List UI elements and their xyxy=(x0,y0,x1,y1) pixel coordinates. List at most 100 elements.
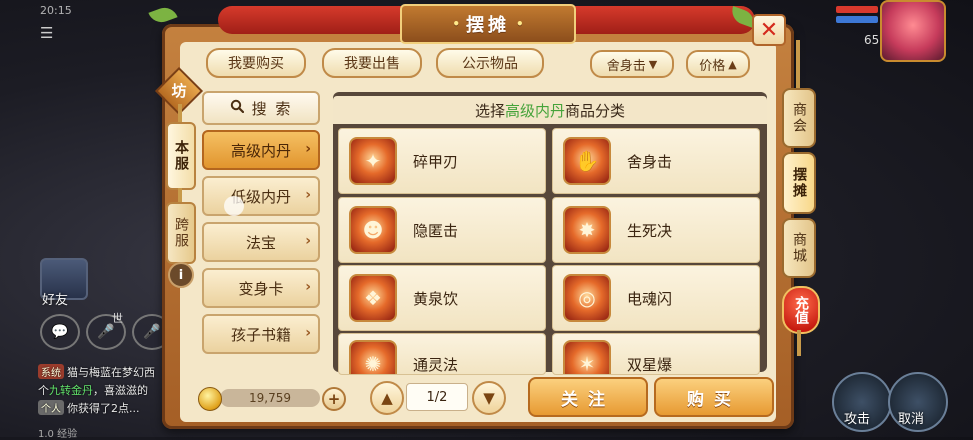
attack-label: 攻击 xyxy=(844,412,871,427)
coin-icon xyxy=(198,387,222,411)
item-card[interactable]: ✸ 生死决 xyxy=(552,197,760,263)
item-card[interactable]: ✋ 舍身击 xyxy=(552,128,760,194)
title-text: 摆摊 xyxy=(466,15,510,36)
category-child-books[interactable]: 孩子书籍 › xyxy=(202,314,320,354)
tab-chamber-of-commerce[interactable]: 商会 xyxy=(782,88,816,148)
category-label: 法宝 xyxy=(245,233,276,252)
prev-page-button[interactable]: ▲ xyxy=(370,381,404,415)
category-magic-treasure[interactable]: 法宝 › xyxy=(202,222,320,262)
spirit-icon: ✺ xyxy=(349,340,397,374)
search-button[interactable]: 搜 索 xyxy=(202,91,320,125)
chevron-right-icon: › xyxy=(305,233,311,249)
cancel-label: 取消 xyxy=(898,412,925,427)
menu-icon[interactable]: ☰ xyxy=(40,24,62,42)
title-ribbon-left xyxy=(218,6,408,34)
tab-public-items[interactable]: 公示物品 xyxy=(436,48,544,78)
sort-skill-dropdown[interactable]: 舍身击 ▼ xyxy=(590,50,674,78)
search-label: 搜 索 xyxy=(251,99,293,118)
item-card[interactable]: ☻ 隐匿击 xyxy=(338,197,546,263)
next-page-button[interactable]: ▼ xyxy=(472,381,506,415)
search-icon xyxy=(230,99,244,117)
tab-sell[interactable]: 我要出售 xyxy=(322,48,422,78)
tab-string xyxy=(797,330,801,356)
tab-string xyxy=(796,40,800,90)
grid-header-highlight: 高级内丹 xyxy=(504,101,565,120)
friend-label[interactable]: 好友 xyxy=(42,289,68,308)
category-label: 高级内丹 xyxy=(230,141,291,160)
item-card[interactable]: ◎ 电魂闪 xyxy=(552,265,760,331)
item-label: 电魂闪 xyxy=(627,289,673,308)
swirl-icon: ◎ xyxy=(563,274,611,322)
category-basic-core[interactable]: 低级内丹 › xyxy=(202,176,320,216)
tab-string xyxy=(178,188,182,202)
category-transform-card[interactable]: 变身卡 › xyxy=(202,268,320,308)
shop-badge-label: 坊 xyxy=(171,81,187,100)
money-display: 19,759 xyxy=(220,389,320,407)
chat-text: 猫与梅蓝在梦幻西 xyxy=(67,366,155,379)
title-dot-icon: • xyxy=(516,17,524,31)
chat-line: 个九转金丹，喜滋滋的 xyxy=(38,382,148,398)
item-label: 黄泉饮 xyxy=(413,289,459,308)
status-time: 20:15 xyxy=(40,4,72,17)
arrow-up-icon: ▲ xyxy=(728,57,737,71)
tab-stall[interactable]: 摆摊 xyxy=(782,152,816,214)
tab-cross-server[interactable]: 跨服 xyxy=(166,202,196,264)
close-button[interactable]: ✕ xyxy=(752,14,786,46)
item-label: 舍身击 xyxy=(627,152,673,171)
item-card[interactable]: ✦ 碎甲刃 xyxy=(338,128,546,194)
item-card[interactable]: ✶ 双星爆 xyxy=(552,333,760,375)
item-label: 隐匿击 xyxy=(413,221,459,240)
item-label: 双星爆 xyxy=(627,356,673,374)
grid-header: 选择 高级内丹 商品分类 xyxy=(333,96,767,124)
chat-text: 你获得了2点... xyxy=(67,402,140,415)
chat-line: 个人 你获得了2点... xyxy=(38,400,140,416)
chat-item-link[interactable]: 九转金丹 xyxy=(49,384,93,397)
sort-skill-label: 舍身击 xyxy=(606,58,646,74)
page-indicator: 1/2 xyxy=(406,383,468,411)
chevron-right-icon: › xyxy=(305,141,311,157)
category-label: 变身卡 xyxy=(238,279,284,298)
grid-header-prefix: 选择 xyxy=(474,101,505,120)
sort-price-button[interactable]: 价格 ▲ xyxy=(686,50,750,78)
category-advanced-core[interactable]: 高级内丹 › xyxy=(202,130,320,170)
mask-icon: ☻ xyxy=(349,206,397,254)
world-channel-label: 世 xyxy=(112,312,123,325)
claw-icon: ✋ xyxy=(563,137,611,185)
character-portrait[interactable] xyxy=(880,0,946,62)
info-icon[interactable]: i xyxy=(168,262,194,288)
chevron-right-icon: › xyxy=(305,187,311,203)
tab-mall[interactable]: 商城 xyxy=(782,218,816,278)
item-label: 通灵法 xyxy=(413,356,459,374)
recharge-button[interactable]: 充值 xyxy=(782,286,820,334)
hp-bar xyxy=(836,6,878,13)
title-dot-icon: • xyxy=(452,17,460,31)
chat-text: ，喜滋滋的 xyxy=(93,384,148,397)
chat-line: 系统 猫与梅蓝在梦幻西 xyxy=(38,364,155,380)
chevron-down-icon: ▼ xyxy=(648,57,658,71)
grid-header-suffix: 商品分类 xyxy=(565,101,626,120)
buy-button[interactable]: 购买 xyxy=(654,377,774,417)
chat-icon[interactable]: 💬 xyxy=(40,314,80,350)
touch-indicator xyxy=(224,196,244,216)
chevron-down-icon: ▼ xyxy=(483,389,495,407)
chevron-right-icon: › xyxy=(305,279,311,295)
star-icon: ✶ xyxy=(563,340,611,374)
item-card[interactable]: ✺ 通灵法 xyxy=(338,333,546,375)
item-card[interactable]: ❖ 黄泉饮 xyxy=(338,265,546,331)
spark-icon: ✸ xyxy=(563,206,611,254)
badge-string xyxy=(178,104,182,124)
sort-price-label: 价格 xyxy=(699,58,726,74)
title-ribbon-right xyxy=(565,6,755,34)
chat-tag-system: 系统 xyxy=(38,364,64,379)
add-money-button[interactable]: + xyxy=(322,387,346,411)
chevron-up-icon: ▲ xyxy=(381,389,393,407)
exp-label: 1.0 经验 xyxy=(38,429,78,440)
chevron-right-icon: › xyxy=(305,325,311,341)
page-title: • 摆摊 • xyxy=(400,4,576,44)
mp-bar xyxy=(836,16,878,23)
tab-local-server[interactable]: 本服 xyxy=(166,122,196,190)
close-icon: ✕ xyxy=(759,17,779,43)
item-label: 生死决 xyxy=(627,221,673,240)
follow-button[interactable]: 关注 xyxy=(528,377,648,417)
tab-buy[interactable]: 我要购买 xyxy=(206,48,306,78)
